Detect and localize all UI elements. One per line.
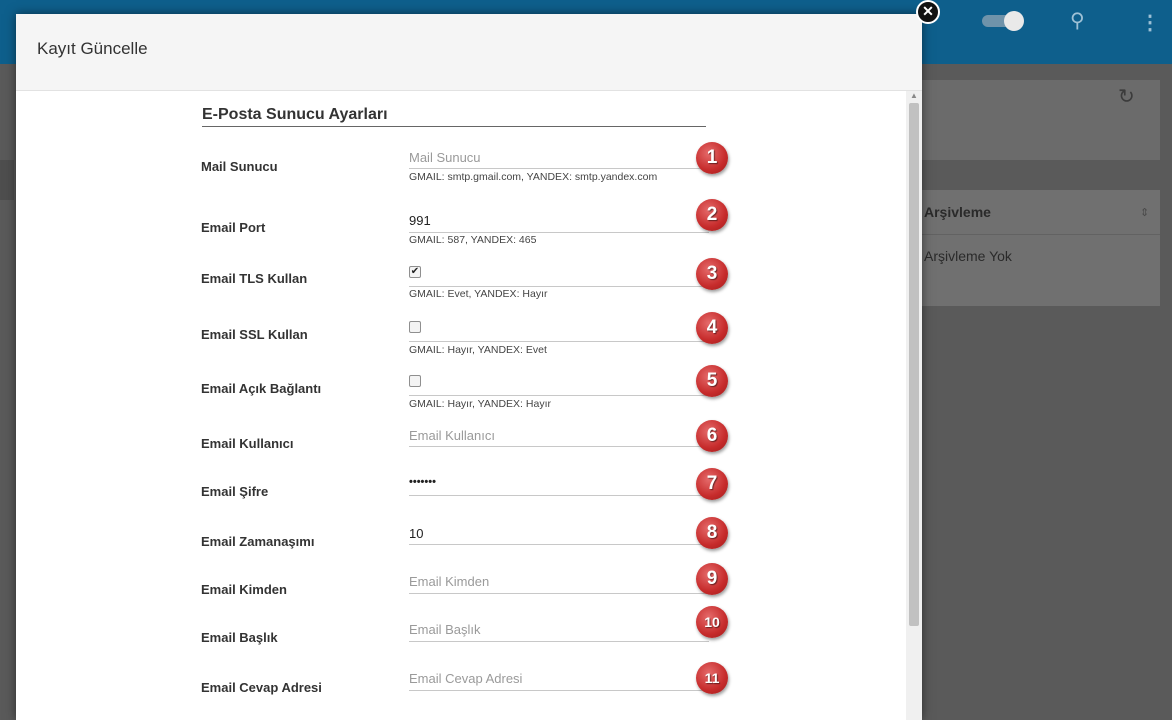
field-label: Email SSL Kullan <box>201 327 308 342</box>
section-title: E-Posta Sunucu Ayarları <box>202 106 388 123</box>
field-label: Email TLS Kullan <box>201 271 308 286</box>
input-underline <box>409 495 709 496</box>
email-timeout-input[interactable]: 10 <box>409 526 423 541</box>
search-icon[interactable]: ⚲ <box>1070 8 1085 33</box>
theme-toggle[interactable] <box>982 11 1026 31</box>
modal-title: Kayıt Güncelle <box>37 39 148 58</box>
email-reply-address-input[interactable]: Email Cevap Adresi <box>409 671 522 686</box>
email-subject-input[interactable]: Email Başlık <box>409 622 481 637</box>
number-badge: 9 <box>696 563 728 595</box>
modal-scrollbar[interactable]: ▲ <box>906 91 922 720</box>
refresh-icon[interactable]: ↻ <box>1118 84 1135 109</box>
field-label: Email Başlık <box>201 630 278 645</box>
field-hint: GMAIL: Hayır, YANDEX: Hayır <box>409 398 551 410</box>
input-underline <box>409 341 709 342</box>
edit-record-modal: Kayıt Güncelle E-Posta Sunucu Ayarları M… <box>16 14 922 720</box>
number-badge: 7 <box>696 468 728 500</box>
input-underline <box>409 232 709 233</box>
field-hint: GMAIL: smtp.gmail.com, YANDEX: smtp.yand… <box>409 171 658 183</box>
open-connection-checkbox[interactable] <box>409 375 421 387</box>
email-password-input[interactable]: ••••••• <box>409 476 436 488</box>
input-underline <box>409 286 709 287</box>
number-badge: 10 <box>696 606 728 638</box>
number-badge: 11 <box>696 662 728 694</box>
field-hint: GMAIL: 587, YANDEX: 465 <box>409 234 537 246</box>
input-underline <box>409 641 709 642</box>
field-label: Email Kullanıcı <box>201 436 294 451</box>
field-label: Email Şifre <box>201 484 269 499</box>
checkmark-icon: ✔ <box>410 266 420 277</box>
email-port-input[interactable]: 991 <box>409 213 431 228</box>
input-underline <box>409 690 709 691</box>
input-underline <box>409 544 709 545</box>
more-vert-icon[interactable]: ⋮ <box>1140 10 1160 35</box>
email-user-input[interactable]: Email Kullanıcı <box>409 428 495 443</box>
section-divider <box>202 126 706 127</box>
ssl-checkbox[interactable] <box>409 321 421 333</box>
table-cell: Arşivleme Yok <box>924 248 1012 264</box>
field-label: Email Port <box>201 220 266 235</box>
field-hint: GMAIL: Evet, YANDEX: Hayır <box>409 288 548 300</box>
field-label: Mail Sunucu <box>201 159 278 174</box>
number-badge: 6 <box>696 420 728 452</box>
field-label: Email Cevap Adresi <box>201 680 322 695</box>
scroll-thumb[interactable] <box>909 103 919 626</box>
toggle-knob <box>1004 11 1024 31</box>
input-underline <box>409 593 709 594</box>
field-label: Email Kimden <box>201 582 287 597</box>
email-from-input[interactable]: Email Kimden <box>409 574 489 589</box>
input-underline <box>409 446 709 447</box>
close-icon[interactable]: ✕ <box>916 0 940 24</box>
tls-checkbox[interactable]: ✔ <box>409 266 421 278</box>
number-badge: 2 <box>696 199 728 231</box>
field-label: Email Açık Bağlantı <box>201 381 322 396</box>
input-underline <box>409 168 709 169</box>
table-column-header[interactable]: Arşivleme <box>924 204 991 220</box>
mail-server-input[interactable]: Mail Sunucu <box>409 150 481 165</box>
number-badge: 8 <box>696 517 728 549</box>
app-sidebar-fragment <box>0 160 14 200</box>
field-label: Email Zamanaşımı <box>201 534 315 549</box>
number-badge: 3 <box>696 258 728 290</box>
modal-header: Kayıt Güncelle <box>16 14 922 91</box>
sort-icon[interactable]: ⇕ <box>1140 206 1149 219</box>
scroll-up-arrow-icon[interactable]: ▲ <box>910 91 918 100</box>
number-badge: 1 <box>696 142 728 174</box>
number-badge: 5 <box>696 365 728 397</box>
field-hint: GMAIL: Hayır, YANDEX: Evet <box>409 344 547 356</box>
number-badge: 4 <box>696 312 728 344</box>
table-divider <box>920 234 1160 235</box>
input-underline <box>409 395 709 396</box>
